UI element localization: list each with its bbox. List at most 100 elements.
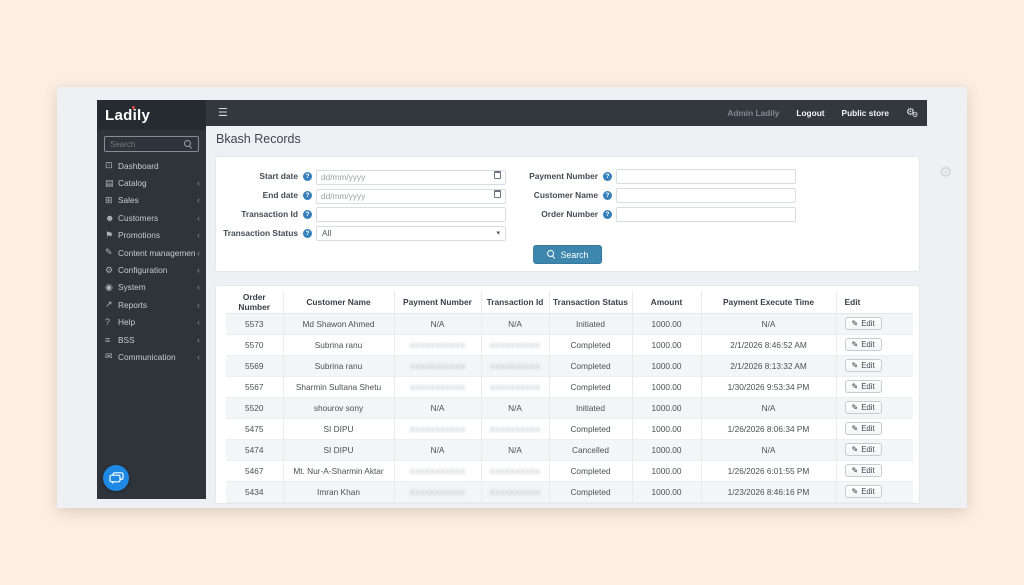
help-icon[interactable]: ? bbox=[603, 190, 612, 200]
settings-gears-icon[interactable]: ⚙ ⚙ bbox=[906, 108, 918, 120]
cell-payment-number: N/A bbox=[394, 397, 482, 419]
cell-edit: ✎ Edit bbox=[836, 418, 913, 440]
sidebar-item-communication[interactable]: ✉ Communication ‹ bbox=[97, 348, 206, 365]
sidebar-item-configuration[interactable]: ⚙ Configuration ‹ bbox=[97, 261, 206, 278]
sidebar-search-input[interactable] bbox=[110, 139, 184, 149]
chevron-left-icon: ‹ bbox=[197, 334, 200, 345]
cell-amount: 1000.00 bbox=[632, 481, 702, 503]
pencil-icon: ✎ bbox=[851, 487, 859, 496]
pencil-icon: ✎ bbox=[851, 319, 859, 328]
table-row: 5467 Mt. Nur-A-Sharmin Aktar XXXXXXXXXXX XX… bbox=[226, 460, 913, 482]
pencil-icon: ✎ bbox=[851, 466, 859, 475]
cell-order-number: 5467 bbox=[226, 460, 284, 482]
cell-transaction-status: Completed bbox=[549, 355, 633, 377]
help-icon[interactable]: ? bbox=[303, 209, 312, 219]
brand-logo[interactable]: Ladily bbox=[97, 100, 206, 130]
sidebar-item-customers[interactable]: ☻ Customers ‹ bbox=[97, 209, 206, 226]
public-store-link[interactable]: Public store bbox=[842, 108, 890, 118]
content-management-icon: ✎ bbox=[105, 247, 113, 258]
search-icon bbox=[546, 250, 556, 259]
table-row: 5474 SI DIPU N/A N/A Cancelled 1000.00 N/A ✎ Edi… bbox=[226, 439, 913, 461]
cell-order-number: 5520 bbox=[226, 397, 284, 419]
transaction-status-value: All bbox=[322, 228, 332, 238]
table-row: 5520 shourov sony N/A N/A Initiated 1000.00 N/… bbox=[226, 397, 913, 419]
cell-transaction-id: XXXXXXXXXX bbox=[481, 376, 550, 398]
cell-amount: 1000.00 bbox=[632, 460, 702, 482]
sidebar-item-system[interactable]: ◉ System ‹ bbox=[97, 279, 206, 296]
sidebar-item-content-management[interactable]: ✎ Content management ‹ bbox=[97, 244, 206, 261]
edit-button[interactable]: ✎ Edit bbox=[844, 317, 882, 330]
cell-payment-number: XXXXXXXXXXX bbox=[394, 418, 482, 440]
edit-button[interactable]: ✎ Edit bbox=[844, 443, 882, 456]
payment-number-input[interactable] bbox=[616, 168, 796, 184]
edit-button[interactable]: ✎ Edit bbox=[844, 464, 882, 477]
floating-settings-gear-icon[interactable]: ⚙ bbox=[939, 163, 952, 181]
cell-transaction-status: Initiated bbox=[549, 397, 633, 419]
cell-edit: ✎ Edit bbox=[836, 334, 913, 356]
edit-button[interactable]: ✎ Edit bbox=[844, 338, 882, 351]
payment-number-label: Payment Number bbox=[529, 171, 598, 181]
cell-transaction-id: XXXXXXXXXX bbox=[481, 481, 550, 503]
sidebar-item-bss[interactable]: ≡ BSS ‹ bbox=[97, 331, 206, 348]
cell-payment-execute-time: 2/1/2026 8:13:32 AM bbox=[701, 355, 837, 377]
calendar-icon[interactable] bbox=[494, 190, 501, 198]
pencil-icon: ✎ bbox=[851, 340, 859, 349]
sidebar-item-catalog[interactable]: ▤ Catalog ‹ bbox=[97, 174, 206, 191]
cell-transaction-id: XXXXXXXXXX bbox=[481, 334, 550, 356]
help-icon[interactable]: ? bbox=[303, 190, 312, 200]
sidebar-item-help[interactable]: ? Help ‹ bbox=[97, 314, 206, 331]
topbar-right: Admin Ladily Logout Public store ⚙ ⚙ bbox=[727, 108, 918, 120]
system-icon: ◉ bbox=[105, 281, 113, 292]
search-icon bbox=[184, 139, 193, 149]
column-header: Edit bbox=[836, 291, 913, 314]
edit-button[interactable]: ✎ Edit bbox=[844, 380, 882, 393]
end-date-input[interactable] bbox=[316, 188, 506, 204]
admin-account-link[interactable]: Admin Ladily bbox=[727, 108, 779, 118]
customer-name-input[interactable] bbox=[616, 187, 796, 203]
cell-amount: 1000.00 bbox=[632, 439, 702, 461]
logout-link[interactable]: Logout bbox=[796, 108, 824, 118]
cell-transaction-status: Completed bbox=[549, 334, 633, 356]
cell-transaction-id: N/A bbox=[481, 397, 550, 419]
cell-customer-name: SI DIPU bbox=[283, 418, 395, 440]
order-number-input[interactable] bbox=[616, 206, 796, 222]
cell-payment-execute-time: 1/26/2026 6:01:55 PM bbox=[701, 460, 837, 482]
edit-button[interactable]: ✎ Edit bbox=[844, 401, 882, 414]
configuration-icon: ⚙ bbox=[105, 264, 114, 275]
edit-button[interactable]: ✎ Edit bbox=[844, 422, 882, 435]
cell-transaction-id: XXXXXXXXXX bbox=[481, 355, 550, 377]
cell-payment-execute-time: N/A bbox=[701, 313, 837, 335]
sidebar-item-reports[interactable]: ↗ Reports ‹ bbox=[97, 296, 206, 313]
help-icon[interactable]: ? bbox=[603, 171, 612, 181]
cell-payment-execute-time: 1/30/2026 9:53:34 PM bbox=[701, 376, 837, 398]
calendar-icon[interactable] bbox=[494, 171, 501, 179]
edit-button[interactable]: ✎ Edit bbox=[844, 485, 882, 498]
start-date-input[interactable] bbox=[316, 169, 506, 185]
brand-name: Ladily bbox=[105, 106, 151, 124]
cell-amount: 1000.00 bbox=[632, 313, 702, 335]
edit-button[interactable]: ✎ Edit bbox=[844, 359, 882, 372]
promotions-icon: ⚑ bbox=[105, 229, 114, 240]
cell-order-number: 5567 bbox=[226, 376, 284, 398]
cell-customer-name: Mt. Nur-A-Sharmin Aktar bbox=[283, 460, 395, 482]
column-header: Payment Number bbox=[394, 291, 482, 314]
cell-amount: 1000.00 bbox=[632, 418, 702, 440]
sales-icon: ⊞ bbox=[105, 194, 113, 205]
sidebar: Ladily ⊡Dashboard▤Catalog‹⊞Sales‹☻Custom… bbox=[97, 100, 206, 499]
chevron-left-icon: ‹ bbox=[197, 351, 200, 362]
table-row: 5569 Subrina ranu XXXXXXXXXXX XXXXXXXXXX Com… bbox=[226, 355, 913, 377]
dashboard-icon: ⊡ bbox=[105, 160, 113, 171]
chat-widget-button[interactable] bbox=[103, 465, 129, 491]
transaction-id-input[interactable] bbox=[316, 206, 506, 222]
cell-edit: ✎ Edit bbox=[836, 460, 913, 482]
search-button[interactable]: Search bbox=[532, 245, 603, 264]
sidebar-item-dashboard[interactable]: ⊡ Dashboard bbox=[97, 157, 206, 174]
help-icon[interactable]: ? bbox=[303, 228, 312, 238]
column-header: Customer Name bbox=[283, 291, 395, 314]
sidebar-item-sales[interactable]: ⊞ Sales ‹ bbox=[97, 192, 206, 209]
help-icon[interactable]: ? bbox=[303, 171, 312, 181]
sidebar-item-promotions[interactable]: ⚑ Promotions ‹ bbox=[97, 227, 206, 244]
help-icon[interactable]: ? bbox=[603, 209, 612, 219]
transaction-status-select[interactable]: All ▾ bbox=[316, 225, 506, 241]
hamburger-icon[interactable]: ☰ bbox=[218, 107, 228, 119]
